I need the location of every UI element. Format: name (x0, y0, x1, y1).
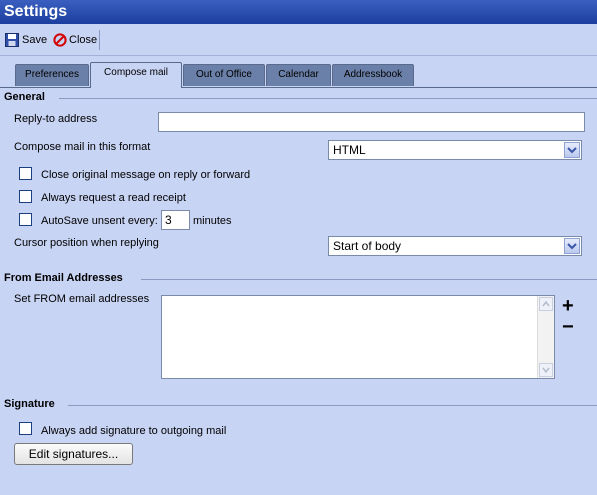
signature-heading-text: Signature (4, 398, 55, 410)
textarea-scrollbar[interactable] (537, 296, 554, 378)
window-title: Settings (0, 0, 597, 24)
save-button[interactable]: Save (5, 31, 47, 49)
set-from-label: Set FROM email addresses (14, 293, 150, 305)
toolbar: Save Close (0, 24, 597, 56)
reply-to-label: Reply-to address (14, 113, 98, 125)
edit-signatures-button[interactable]: Edit signatures... (14, 443, 133, 465)
tab-out-of-office[interactable]: Out of Office (183, 64, 265, 86)
tab-preferences[interactable]: Preferences (15, 64, 89, 86)
cursor-position-value: Start of body (333, 239, 402, 253)
chevron-down-icon (564, 238, 580, 254)
chevron-down-icon (564, 142, 580, 158)
autosave-checkbox[interactable] (19, 213, 32, 226)
from-addresses-section-heading: From Email Addresses (4, 272, 597, 284)
save-label: Save (22, 34, 48, 46)
compose-format-label: Compose mail in this format (14, 141, 151, 153)
compose-format-select[interactable]: HTML (328, 140, 582, 160)
toolbar-separator (99, 30, 100, 50)
close-label: Close (69, 34, 98, 46)
close-icon (53, 33, 67, 47)
compose-format-value: HTML (333, 143, 366, 157)
general-section-heading: General (4, 91, 597, 103)
close-original-label: Close original message on reply or forwa… (41, 169, 251, 181)
scroll-up-icon[interactable] (539, 297, 553, 311)
signature-rule (68, 405, 597, 406)
cursor-position-select[interactable]: Start of body (328, 236, 582, 256)
general-rule (59, 98, 597, 99)
always-add-signature-label: Always add signature to outgoing mail (41, 425, 227, 437)
autosave-minutes-input[interactable] (161, 210, 190, 230)
autosave-label: AutoSave unsent every: (41, 215, 158, 227)
close-button[interactable]: Close (53, 31, 97, 49)
read-receipt-checkbox[interactable] (19, 190, 32, 203)
always-add-signature-checkbox[interactable] (19, 422, 32, 435)
add-address-button[interactable]: + (562, 296, 574, 316)
save-icon (5, 33, 19, 47)
from-addresses-textarea[interactable] (161, 295, 555, 379)
tab-compose-mail[interactable]: Compose mail (90, 62, 182, 88)
close-original-checkbox[interactable] (19, 167, 32, 180)
tab-calendar[interactable]: Calendar (266, 64, 331, 86)
general-heading-text: General (4, 91, 45, 103)
cursor-position-label: Cursor position when replying (14, 237, 159, 249)
remove-address-button[interactable]: − (562, 317, 574, 337)
tab-addressbook[interactable]: Addressbook (332, 64, 414, 86)
signature-section-heading: Signature (4, 398, 597, 410)
tab-bar: Preferences Compose mail Out of Office C… (0, 62, 597, 88)
read-receipt-label: Always request a read receipt (41, 192, 186, 204)
autosave-unit-label: minutes (193, 215, 232, 227)
from-addresses-rule (141, 279, 597, 280)
scroll-down-icon[interactable] (539, 363, 553, 377)
reply-to-input[interactable] (158, 112, 585, 132)
from-addresses-heading-text: From Email Addresses (4, 272, 123, 284)
